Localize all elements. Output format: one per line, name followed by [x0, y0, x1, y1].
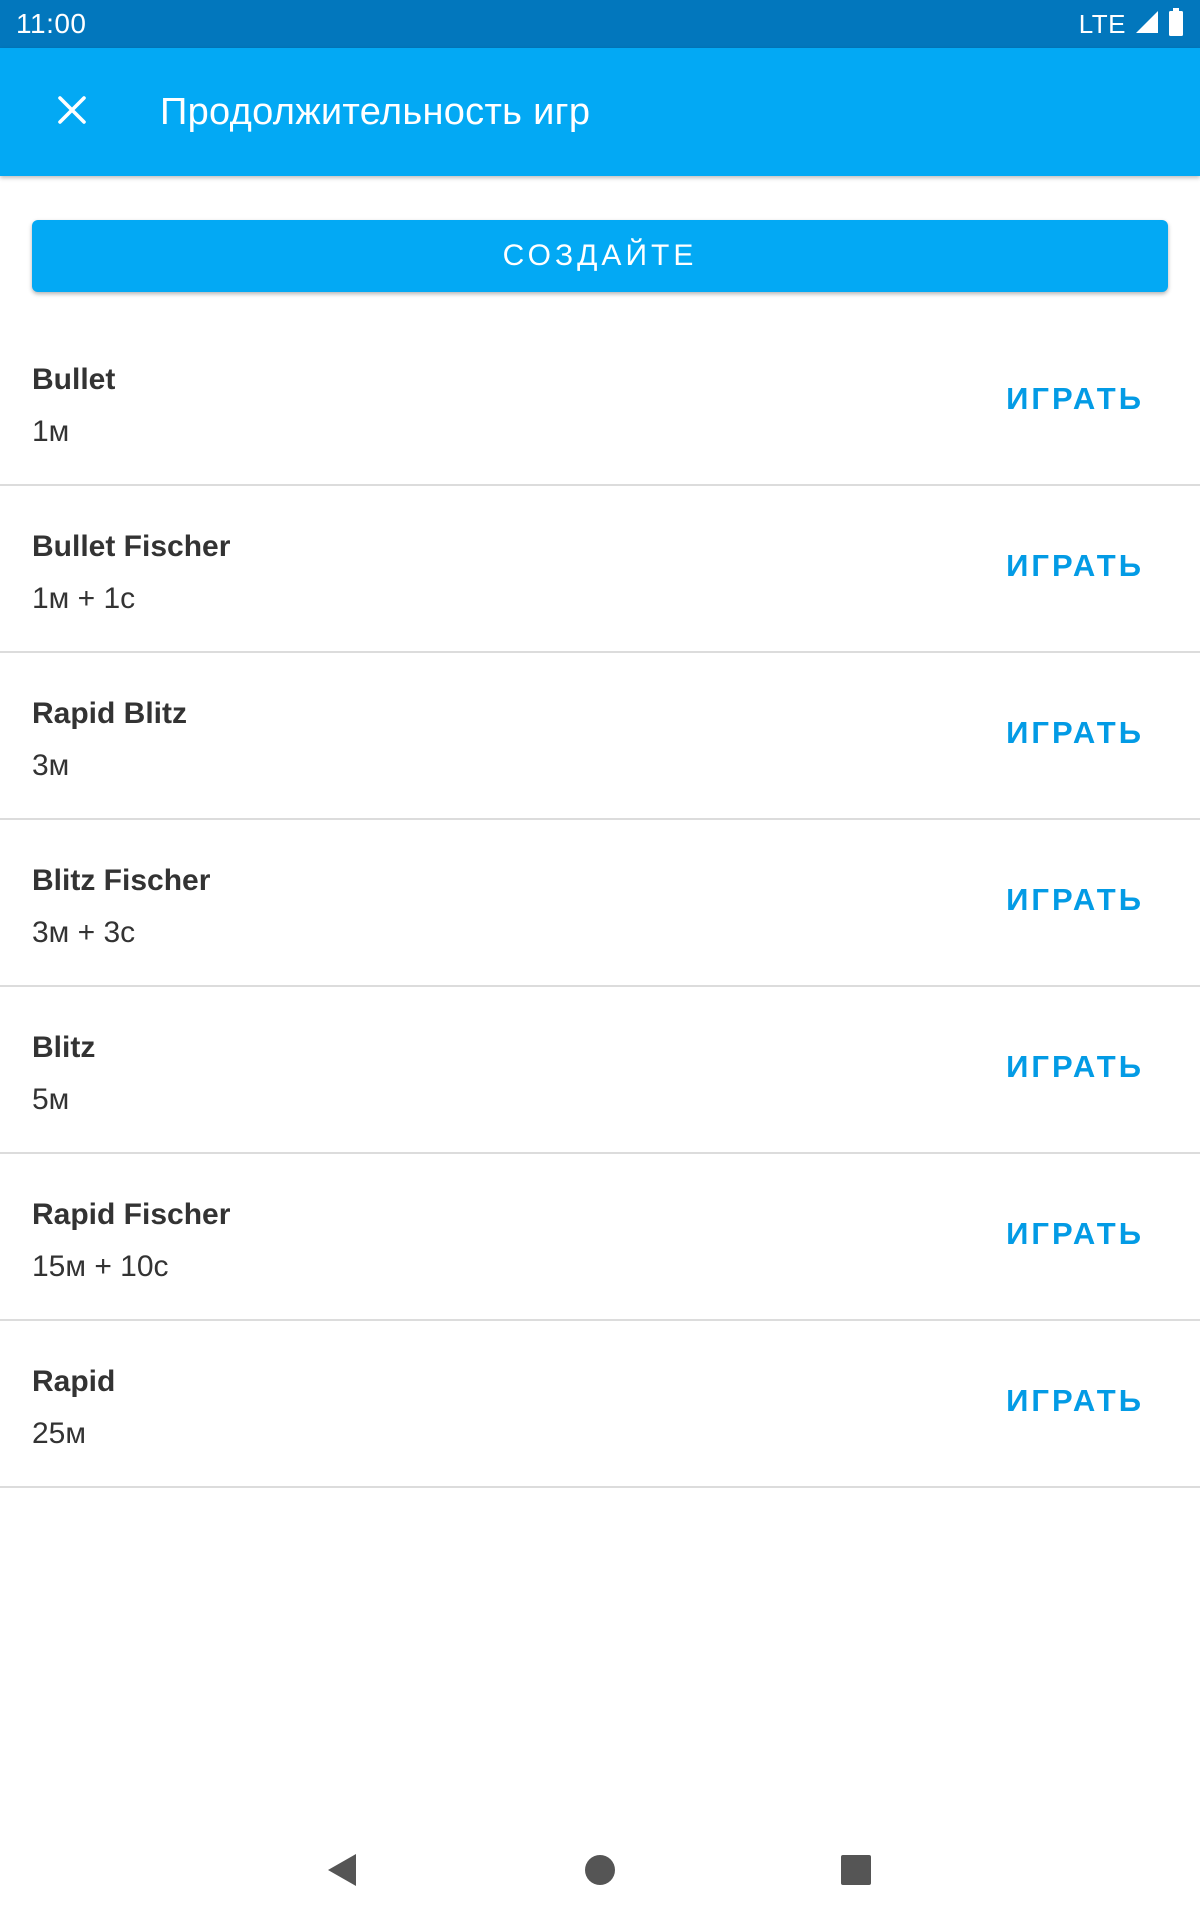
- time-control-name: Rapid: [32, 1365, 116, 1398]
- close-icon: [57, 95, 87, 130]
- list-item: Blitz Fischer 3м + 3с ИГРАТЬ: [0, 820, 1200, 987]
- status-indicators: LTE: [1078, 7, 1184, 41]
- play-button[interactable]: ИГРАТЬ: [1006, 1049, 1144, 1085]
- create-button[interactable]: СОЗДАЙТЕ: [32, 220, 1168, 292]
- time-control-duration: 25м: [32, 1417, 86, 1450]
- time-control-duration: 15м + 10с: [32, 1250, 169, 1283]
- close-button[interactable]: [40, 80, 104, 144]
- back-icon: [326, 1852, 358, 1893]
- signal-icon: [1134, 9, 1160, 40]
- time-control-list: Bullet 1м ИГРАТЬ Bullet Fischer 1м + 1с …: [0, 319, 1200, 1488]
- time-control-name: Rapid Blitz: [32, 697, 187, 730]
- list-item: Bullet 1м ИГРАТЬ: [0, 319, 1200, 486]
- time-control-duration: 1м: [32, 415, 70, 448]
- battery-icon: [1168, 7, 1184, 41]
- time-control-duration: 5м: [32, 1083, 70, 1116]
- nav-home-button[interactable]: [578, 1850, 622, 1894]
- time-control-name: Bullet Fischer: [32, 530, 231, 563]
- list-item: Rapid Blitz 3м ИГРАТЬ: [0, 653, 1200, 820]
- time-control-name: Rapid Fischer: [32, 1198, 231, 1231]
- status-bar: 11:00 LTE: [0, 0, 1200, 48]
- time-control-name: Blitz Fischer: [32, 864, 211, 897]
- time-control-duration: 1м + 1с: [32, 582, 136, 615]
- recents-icon: [841, 1854, 871, 1890]
- time-control-name: Bullet: [32, 363, 116, 396]
- time-control-name: Blitz: [32, 1031, 96, 1064]
- play-button[interactable]: ИГРАТЬ: [1006, 715, 1144, 751]
- list-item: Rapid Fischer 15м + 10с ИГРАТЬ: [0, 1154, 1200, 1321]
- status-time: 11:00: [16, 8, 87, 39]
- play-button[interactable]: ИГРАТЬ: [1006, 1383, 1144, 1419]
- page-title: Продолжительность игр: [160, 90, 591, 133]
- nav-back-button[interactable]: [320, 1850, 364, 1894]
- play-button[interactable]: ИГРАТЬ: [1006, 882, 1144, 918]
- list-item: Bullet Fischer 1м + 1с ИГРАТЬ: [0, 486, 1200, 653]
- time-control-duration: 3м: [32, 749, 70, 782]
- play-button[interactable]: ИГРАТЬ: [1006, 1216, 1144, 1252]
- list-item: Blitz 5м ИГРАТЬ: [0, 987, 1200, 1154]
- network-type: LTE: [1078, 8, 1126, 39]
- home-icon: [584, 1854, 616, 1891]
- list-item: Rapid 25м ИГРАТЬ: [0, 1321, 1200, 1488]
- play-button[interactable]: ИГРАТЬ: [1006, 381, 1144, 417]
- nav-recents-button[interactable]: [834, 1850, 878, 1894]
- time-control-duration: 3м + 3с: [32, 916, 136, 949]
- app-bar: Продолжительность игр: [0, 48, 1200, 176]
- play-button[interactable]: ИГРАТЬ: [1006, 548, 1144, 584]
